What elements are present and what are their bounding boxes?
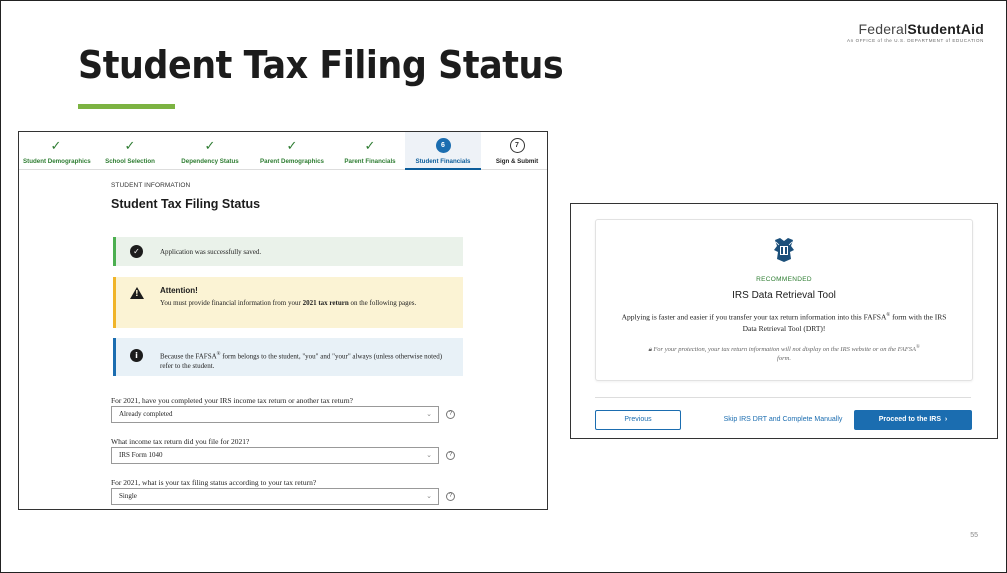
check-icon: ✓ <box>286 138 298 153</box>
drt-title: IRS Data Retrieval Tool <box>732 290 836 301</box>
step-number-badge: 7 <box>509 138 525 153</box>
success-alert: ✓ Application was successfully saved. <box>113 237 463 266</box>
step-parent-demographics[interactable]: ✓ Parent Demographics <box>254 132 330 170</box>
step-student-financials[interactable]: 6 Student Financials <box>405 132 481 170</box>
step-label: Student Financials <box>415 158 471 165</box>
select-value: Single <box>119 492 137 500</box>
logo-text-federal: Federal <box>858 21 908 37</box>
title-accent-bar <box>78 104 175 109</box>
info-message: Because the FAFSA® form belongs to the s… <box>160 352 443 371</box>
slide-title: Student Tax Filing Status <box>78 43 564 87</box>
question-tax-return-type: What income tax return did you file for … <box>111 437 250 446</box>
check-icon: ✓ <box>364 138 376 153</box>
logo-tagline: An OFFICE of the U.S. DEPARTMENT of EDUC… <box>847 38 984 43</box>
info-circle-icon: i <box>130 349 143 362</box>
step-number-badge: 6 <box>435 138 451 153</box>
divider <box>595 397 971 398</box>
drt-description: Applying is faster and easier if you tra… <box>621 312 947 333</box>
form-header: STUDENT INFORMATION Student Tax Filing S… <box>111 182 471 211</box>
slide: FederalStudentAid An OFFICE of the U.S. … <box>0 0 1007 573</box>
warning-alert: ! Attention! You must provide financial … <box>113 277 463 328</box>
step-school-selection[interactable]: ✓ School Selection <box>102 132 158 170</box>
warning-heading: Attention! <box>160 286 198 295</box>
irs-drt-card: RECOMMENDED IRS Data Retrieval Tool Appl… <box>595 219 973 381</box>
info-alert: i Because the FAFSA® form belongs to the… <box>113 338 463 376</box>
help-icon[interactable]: ? <box>446 492 455 501</box>
irs-eagle-logo-icon <box>774 238 794 262</box>
step-label: School Selection <box>105 158 155 165</box>
chevron-down-icon: ⌄ <box>426 410 432 418</box>
checkmark-circle-icon: ✓ <box>130 245 143 258</box>
drt-privacy-note: 🔒︎ For your protection, your tax return … <box>648 345 920 363</box>
help-icon[interactable]: ? <box>446 410 455 419</box>
step-dependency-status[interactable]: ✓ Dependency Status <box>177 132 243 170</box>
question-tax-return-completed: For 2021, have you completed your IRS in… <box>111 396 354 405</box>
chevron-right-icon: › <box>944 416 948 423</box>
step-label: Sign & Submit <box>495 158 539 165</box>
irs-drt-screenshot: RECOMMENDED IRS Data Retrieval Tool Appl… <box>570 203 998 439</box>
proceed-to-irs-button[interactable]: Proceed to the IRS › <box>854 410 972 430</box>
filing-status-select[interactable]: Single ⌄ <box>111 488 439 505</box>
skip-drt-button[interactable]: Skip IRS DRT and Complete Manually <box>723 410 843 430</box>
chevron-down-icon: ⌄ <box>426 451 432 459</box>
step-parent-financials[interactable]: ✓ Parent Financials <box>335 132 405 170</box>
previous-button[interactable]: Previous <box>595 410 681 430</box>
check-icon: ✓ <box>204 138 216 153</box>
step-label: Parent Financials <box>344 158 396 165</box>
logo-text-studentaid: StudentAid <box>907 21 984 37</box>
form-title: Student Tax Filing Status <box>111 197 261 211</box>
step-label: Parent Demographics <box>260 158 324 165</box>
select-value: IRS Form 1040 <box>119 451 163 459</box>
warning-triangle-icon: ! <box>130 287 144 299</box>
section-label: STUDENT INFORMATION <box>111 182 191 189</box>
help-icon[interactable]: ? <box>446 451 455 460</box>
step-student-demographics[interactable]: ✓ Student Demographics <box>23 132 91 170</box>
step-label: Student Demographics <box>23 158 91 165</box>
lock-icon: 🔒︎ <box>648 346 652 354</box>
progress-steps: ✓ Student Demographics ✓ School Selectio… <box>19 132 547 170</box>
check-icon: ✓ <box>124 138 136 153</box>
success-message: Application was successfully saved. <box>160 248 262 256</box>
step-label: Dependency Status <box>181 158 239 165</box>
question-filing-status: For 2021, what is your tax filing status… <box>111 478 317 487</box>
tax-return-type-select[interactable]: IRS Form 1040 ⌄ <box>111 447 439 464</box>
tax-return-status-select[interactable]: Already completed ⌄ <box>111 406 439 423</box>
chevron-down-icon: ⌄ <box>426 492 432 500</box>
select-value: Already completed <box>119 410 173 418</box>
warning-message: You must provide financial information f… <box>160 299 417 307</box>
check-icon: ✓ <box>50 138 62 153</box>
fafsa-form-screenshot: ✓ Student Demographics ✓ School Selectio… <box>18 131 548 510</box>
recommended-label: RECOMMENDED <box>756 276 812 283</box>
page-number: 55 <box>970 532 978 539</box>
federal-student-aid-logo: FederalStudentAid An OFFICE of the U.S. … <box>847 21 984 43</box>
step-sign-submit[interactable]: 7 Sign & Submit <box>489 132 545 170</box>
